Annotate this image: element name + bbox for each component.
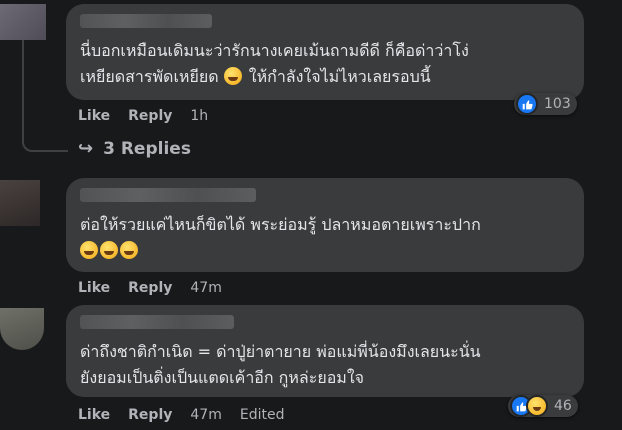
haha-icon	[526, 395, 548, 417]
grinning-sweat-emoji	[100, 241, 118, 259]
blurred-commenter-name[interactable]	[80, 188, 256, 202]
blurred-commenter-name[interactable]	[80, 14, 212, 28]
like-button[interactable]: Like	[78, 407, 110, 423]
reaction-count: 103	[544, 96, 571, 112]
comment-bubble: นี่บอกเหมือนเดิมนะว่ารักนางเคยเม้นถามดีด…	[66, 4, 584, 100]
blurred-commenter-name[interactable]	[80, 315, 234, 329]
timestamp[interactable]: 1h	[190, 108, 208, 124]
reaction-count: 46	[554, 398, 572, 414]
reply-button[interactable]: Reply	[128, 407, 172, 423]
timestamp[interactable]: 47m	[190, 407, 221, 423]
view-replies-link[interactable]: ↪ 3 Replies	[78, 138, 191, 159]
comment-bubble: ด่าถึงชาติกำเนิด = ด่าปู่ย่าตายาย พ่อแม่…	[66, 305, 584, 397]
comment-text: นี่บอกเหมือนเดิมนะว่ารักนางเคยเม้นถามดีด…	[80, 41, 469, 86]
grinning-sweat-emoji	[80, 241, 98, 259]
reaction-summary[interactable]: 103	[514, 93, 577, 115]
reply-button[interactable]: Reply	[128, 280, 172, 296]
reaction-summary[interactable]: 46	[508, 395, 578, 417]
thread-connector	[22, 40, 68, 152]
commenter-avatar[interactable]	[0, 4, 46, 40]
comment-actions: Like Reply 1h	[78, 108, 226, 124]
timestamp[interactable]: 47m	[190, 280, 221, 296]
like-button[interactable]: Like	[78, 108, 110, 124]
comment-actions: Like Reply 47m	[78, 280, 240, 296]
commenter-avatar[interactable]	[0, 308, 44, 350]
comment-text: ด่าถึงชาติกำเนิด = ด่าปู่ย่าตายาย พ่อแม่…	[80, 342, 481, 387]
comment-text: ต่อให้รวยแค่ไหนก็ขิตได้ พระย่อมรู้ ปลาหม…	[80, 212, 481, 264]
like-button[interactable]: Like	[78, 280, 110, 296]
sad-face-emoji	[223, 67, 242, 85]
reply-arrow-icon: ↪	[78, 138, 94, 159]
reply-button[interactable]: Reply	[128, 108, 172, 124]
commenter-avatar[interactable]	[0, 180, 40, 226]
replies-label: 3 Replies	[103, 138, 191, 159]
like-icon	[516, 93, 538, 115]
grinning-sweat-emoji	[120, 241, 138, 259]
edited-label[interactable]: Edited	[240, 407, 285, 423]
comment-actions: Like Reply 47m Edited	[78, 407, 302, 423]
comment-bubble: ต่อให้รวยแค่ไหนก็ขิตได้ พระย่อมรู้ ปลาหม…	[66, 178, 584, 272]
